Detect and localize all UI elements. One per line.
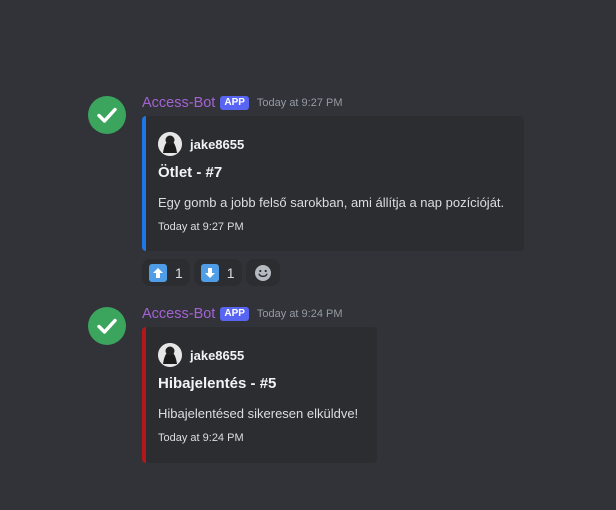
down-arrow-icon — [200, 263, 219, 282]
message-header: Access-Bot APP Today at 9:27 PM — [142, 93, 343, 113]
embed-title: Hibajelentés - #5 — [158, 375, 277, 392]
smiley-icon — [254, 264, 271, 281]
up-arrow-icon — [149, 263, 167, 282]
reaction-count: 1 — [175, 264, 183, 281]
embed-author-name[interactable]: jake8655 — [190, 137, 244, 152]
bot-avatar-checkmark-icon[interactable] — [88, 307, 126, 345]
author-name[interactable]: Access-Bot — [142, 306, 215, 322]
bot-avatar-checkmark-icon[interactable] — [88, 96, 126, 134]
message-header: Access-Bot APP Today at 9:24 PM — [142, 304, 343, 324]
message-timestamp[interactable]: Today at 9:27 PM — [257, 97, 343, 109]
author-name[interactable]: Access-Bot — [142, 95, 215, 111]
embed-description: Egy gomb a jobb felső sarokban, ami állí… — [158, 195, 505, 210]
embed-author-name[interactable]: jake8655 — [190, 348, 244, 363]
app-tag: APP — [220, 96, 249, 110]
reaction-count: 1 — [226, 264, 235, 281]
embed-description: Hibajelentésed sikeresen elküldve! — [158, 406, 359, 421]
embed-footer: Today at 9:24 PM — [158, 432, 244, 444]
embed-title: Ötlet - #7 — [158, 164, 223, 181]
add-reaction-button[interactable] — [245, 259, 280, 286]
embed: jake8655 Ötlet - #7 Egy gomb a jobb fels… — [142, 116, 524, 251]
embed-footer: Today at 9:27 PM — [158, 221, 244, 233]
embed: jake8655 Hibajelentés - #5 Hibajelentése… — [142, 327, 377, 463]
app-tag: APP — [220, 307, 249, 321]
reactions: 1 1 — [142, 259, 284, 286]
embed-author: jake8655 — [158, 343, 244, 367]
reaction-down[interactable]: 1 — [193, 259, 242, 286]
embed-author: jake8655 — [158, 132, 244, 156]
reaction-up[interactable]: 1 — [142, 259, 190, 286]
user-avatar[interactable] — [158, 132, 182, 156]
user-avatar[interactable] — [158, 343, 182, 367]
message-timestamp[interactable]: Today at 9:24 PM — [257, 308, 343, 320]
